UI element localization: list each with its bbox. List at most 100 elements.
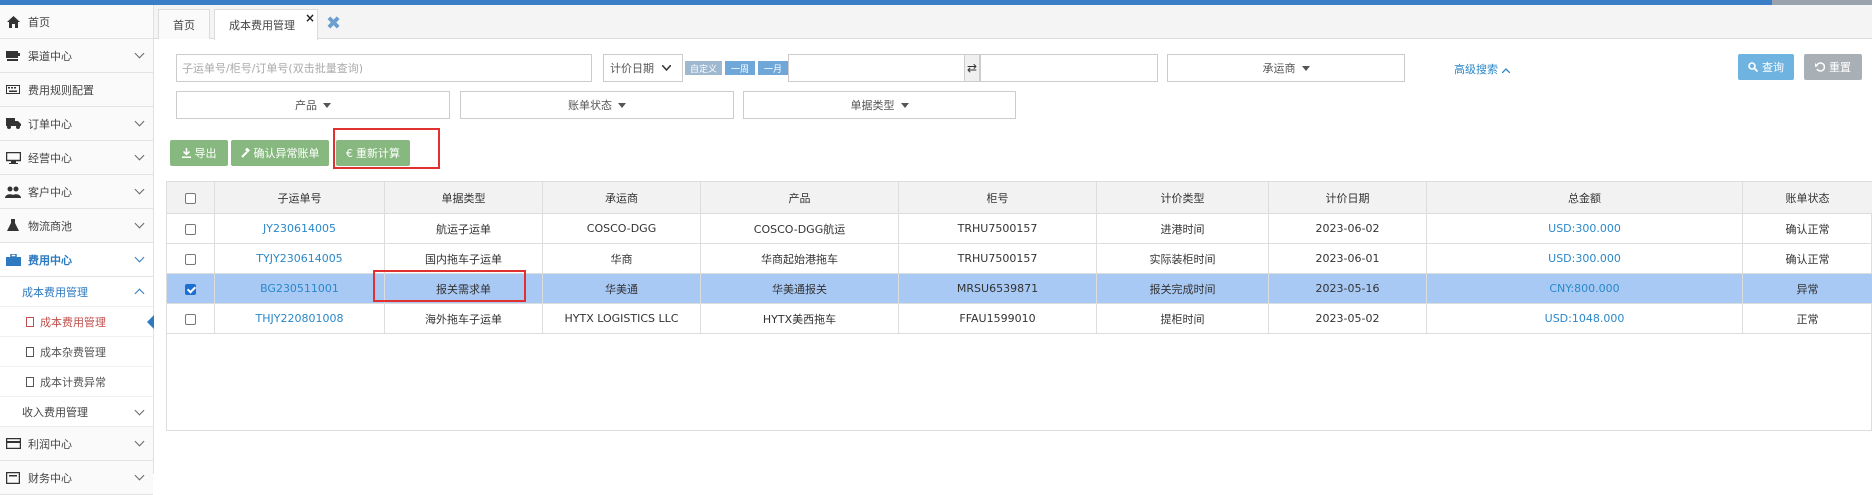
confirm-abnormal-button[interactable]: 确认异常账单 [231,140,329,166]
highlight-box-doc-type [373,270,526,302]
sidebar-item-fee-rules[interactable]: 费用规则配置 [0,73,153,107]
end-date-input[interactable] [980,54,1158,82]
sidebar: 首页 渠道中心 费用规则配置 订单中心 经营中心 客户中心 [0,5,154,474]
table-cell: 实际装柜时间 [1097,244,1269,274]
chevron-down-icon [135,117,145,127]
tab-home[interactable]: 首页 [158,9,210,39]
column-header[interactable]: 柜号 [899,182,1097,214]
select-all-checkbox[interactable] [185,193,196,204]
chevron-down-icon [135,151,145,161]
search-input[interactable]: 子运单号/柜号/订单号(双击批量查询) [176,54,592,82]
column-header[interactable]: 总金额 [1427,182,1743,214]
cost-fee-table: 子运单号 单据类型 承运商 产品 柜号 计价类型 计价日期 总金额 账单状态 J… [166,181,1872,334]
sidebar-item-fee-center[interactable]: 费用中心 [0,243,153,277]
date-type-select[interactable]: 计价日期 [603,54,683,82]
sidebar-leaf-cost-fee-management[interactable]: 成本费用管理 [0,307,153,337]
sidebar-item-finance[interactable]: 财务中心 [0,461,153,495]
sidebar-leaf-cost-misc[interactable]: 成本杂费管理 [0,337,153,367]
table-cell: TRHU7500157 [899,214,1097,244]
tab-bar: 首页 成本费用管理 × ✖ [154,5,1872,39]
home-icon [4,15,22,29]
sidebar-item-label: 订单中心 [28,116,72,132]
reset-button[interactable]: 重置 [1804,54,1862,80]
table-row[interactable]: THJY220801008 海外拖车子运单 HYTX LOGISTICS LLC… [167,304,1872,334]
table-cell: 华商起始港拖车 [701,244,899,274]
sidebar-item-channel[interactable]: 渠道中心 [0,39,153,73]
table-cell: TRHU7500157 [899,244,1097,274]
column-header[interactable]: 计价类型 [1097,182,1269,214]
row-select-cell[interactable] [167,244,215,274]
export-label: 导出 [195,145,217,161]
table-row[interactable]: JY230614005 航运子运单 COSCO-DGG COSCO-DGG航运 … [167,214,1872,244]
date-type-label: 计价日期 [610,60,654,76]
row-checkbox[interactable] [185,254,196,265]
tab-cost-fee-management[interactable]: 成本费用管理 × [214,9,318,40]
table-cell: 提柜时间 [1097,304,1269,334]
date-quick-custom[interactable]: 自定义 [685,61,722,75]
amount-link[interactable]: USD:300.000 [1427,244,1743,274]
sidebar-subgroup-income-fees[interactable]: 收入费用管理 [0,397,153,427]
query-button[interactable]: 查询 [1738,54,1794,80]
sidebar-item-label: 利润中心 [28,436,72,452]
amount-link[interactable]: USD:1048.000 [1427,304,1743,334]
row-checkbox[interactable] [185,314,196,325]
sub-waybill-link[interactable]: BG230511001 [215,274,385,304]
column-header[interactable]: 单据类型 [385,182,543,214]
date-quick-week[interactable]: 一周 [725,61,755,75]
sidebar-subgroup-cost-fees[interactable]: 成本费用管理 [0,277,153,307]
sub-waybill-link[interactable]: TYJY230614005 [215,244,385,274]
chevron-down-icon [135,406,145,416]
carrier-select[interactable]: 承运商 [1167,54,1405,82]
select-all-cell[interactable] [167,182,215,214]
row-checkbox[interactable] [185,224,196,235]
sidebar-item-customers[interactable]: 客户中心 [0,175,153,209]
column-header[interactable]: 账单状态 [1743,182,1872,214]
table-cell: 2023-06-01 [1269,244,1427,274]
finance-icon [4,471,22,485]
column-header[interactable]: 产品 [701,182,899,214]
sub-waybill-link[interactable]: THJY220801008 [215,304,385,334]
sidebar-item-home[interactable]: 首页 [0,5,153,39]
table-row[interactable]: TYJY230614005 国内拖车子运单 华商 华商起始港拖车 TRHU750… [167,244,1872,274]
date-range-swap-icon: ⇄ [964,54,980,82]
doc-type-select[interactable]: 单据类型 [743,91,1016,119]
tab-close-icon[interactable]: × [305,11,315,25]
column-header[interactable]: 承运商 [543,182,701,214]
close-all-tabs-icon[interactable]: ✖ [326,13,341,34]
sub-waybill-link[interactable]: JY230614005 [215,214,385,244]
table-cell: 正常 [1743,304,1872,334]
sidebar-item-logistics-pool[interactable]: 物流商池 [0,209,153,243]
amount-link[interactable]: CNY:800.000 [1427,274,1743,304]
start-date-input[interactable] [788,54,965,82]
table-cell: 海外拖车子运单 [385,304,543,334]
table-cell: 国内拖车子运单 [385,244,543,274]
table-cell: 进港时间 [1097,214,1269,244]
chevron-down-icon [135,437,145,447]
flask-icon [4,219,22,233]
row-checkbox-checked[interactable] [185,284,196,295]
row-select-cell[interactable] [167,214,215,244]
row-select-cell[interactable] [167,304,215,334]
sidebar-item-orders[interactable]: 订单中心 [0,107,153,141]
query-label: 查询 [1762,59,1784,75]
export-button[interactable]: 导出 [170,140,228,166]
date-quick-month[interactable]: 一月 [758,61,788,75]
sidebar-item-operations[interactable]: 经营中心 [0,141,153,175]
highlight-box-recalculate [333,128,440,169]
product-select[interactable]: 产品 [176,91,450,119]
bill-status-select[interactable]: 账单状态 [460,91,734,119]
table-cell: 确认正常 [1743,244,1872,274]
column-header[interactable]: 子运单号 [215,182,385,214]
advanced-search-link[interactable]: 高级搜索 [1454,61,1510,77]
sidebar-item-label: 费用中心 [28,252,72,268]
sidebar-item-profit[interactable]: 利润中心 [0,427,153,461]
amount-link[interactable]: USD:300.000 [1427,214,1743,244]
table-cell: 华美通 [543,274,701,304]
chevron-down-icon [662,65,671,71]
row-select-cell[interactable] [167,274,215,304]
sidebar-item-label: 经营中心 [28,150,72,166]
sidebar-item-label: 费用规则配置 [28,82,94,98]
sidebar-leaf-cost-abnormal[interactable]: 成本计费异常 [0,367,153,397]
column-header[interactable]: 计价日期 [1269,182,1427,214]
table-cell: HYTX LOGISTICS LLC [543,304,701,334]
